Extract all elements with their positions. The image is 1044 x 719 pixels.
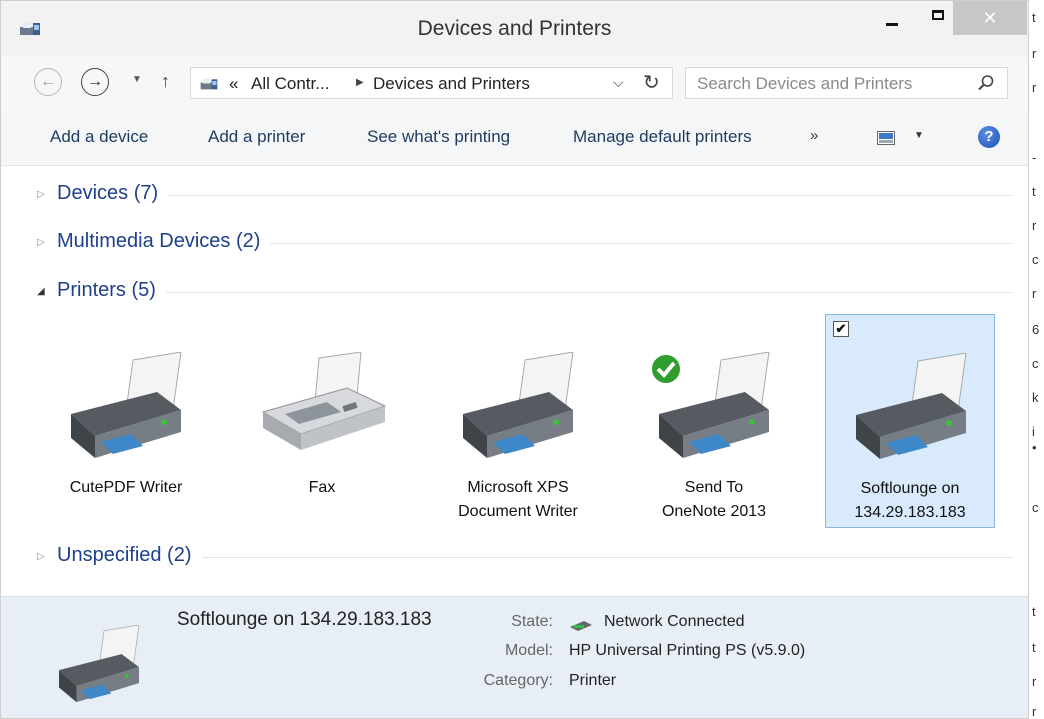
network-connected-icon: [570, 621, 592, 631]
devices-and-printers-window: Devices and Printers ✕ ← → ▼ ↑ « All Con…: [0, 0, 1029, 719]
printer-label: Microsoft XPS Document Writer: [458, 479, 578, 520]
group-title-unspecified[interactable]: Unspecified (2): [57, 544, 202, 567]
selected-printer-icon: [59, 625, 140, 703]
close-icon: ✕: [982, 8, 998, 28]
group-divider: [57, 292, 1013, 293]
details-pane: Softlounge on 134.29.183.183 State: Netw…: [1, 596, 1028, 718]
devices-printers-location-icon: [200, 78, 218, 90]
maximize-icon: [932, 10, 944, 20]
change-view-icon[interactable]: [877, 131, 895, 145]
see-whats-printing-button[interactable]: See what's printing: [367, 127, 510, 147]
group-title-printers[interactable]: Printers (5): [57, 279, 166, 302]
details-category-label: Category:: [483, 672, 553, 689]
details-printer-name: Softlounge on 134.29.183.183: [177, 609, 432, 630]
group-title-devices[interactable]: Devices (7): [57, 182, 169, 205]
command-bar: Add a device Add a printer See what's pr…: [1, 109, 1028, 166]
fax-icon: [261, 352, 387, 450]
printer-tile-send-to-onenote[interactable]: Send To OneNote 2013: [629, 314, 799, 528]
group-devices[interactable]: ▷ Devices (7): [37, 180, 1013, 210]
group-unspecified[interactable]: ▷ Unspecified (2): [37, 542, 1013, 572]
title-bar[interactable]: Devices and Printers ✕: [1, 1, 1028, 57]
manage-default-printers-button[interactable]: Manage default printers: [573, 127, 752, 147]
details-state-value: Network Connected: [604, 613, 745, 630]
help-icon[interactable]: ?: [978, 126, 1000, 148]
device-list: ▷ Devices (7) ▷ Multimedia Devices (2) ◢…: [1, 166, 1028, 596]
refresh-icon[interactable]: ↻: [643, 70, 660, 95]
group-divider: [57, 195, 1013, 196]
printer-icon: [856, 353, 967, 459]
expand-triangle-icon[interactable]: ▷: [37, 237, 45, 248]
printer-tile-softlounge[interactable]: ✔ Softlounge on 134.29.183.183: [825, 314, 995, 528]
breadcrumb-devices-and-printers[interactable]: Devices and Printers: [373, 74, 530, 94]
selection-checkbox[interactable]: ✔: [833, 321, 849, 337]
expand-triangle-icon[interactable]: ▷: [37, 189, 45, 200]
printer-label: Send To OneNote 2013: [661, 479, 767, 520]
details-category-value: Printer: [569, 672, 617, 689]
breadcrumb-all-control-panel[interactable]: All Contr...: [251, 74, 329, 94]
more-commands-icon[interactable]: »: [810, 127, 818, 144]
printer-tile-microsoft-xps[interactable]: Microsoft XPS Document Writer: [433, 314, 603, 528]
printer-tile-fax[interactable]: Fax: [237, 314, 407, 528]
printer-label: CutePDF Writer: [69, 479, 183, 496]
add-printer-button[interactable]: Add a printer: [208, 127, 305, 147]
minimize-icon: [886, 23, 898, 26]
search-input[interactable]: [686, 68, 979, 100]
printer-tile-cutepdf-writer[interactable]: CutePDF Writer: [41, 314, 211, 528]
search-box[interactable]: [685, 67, 1008, 100]
minimize-button[interactable]: [869, 1, 915, 35]
view-options-chevron-down-icon[interactable]: ▼: [914, 130, 924, 141]
details-model-value: HP Universal Printing PS (v5.9.0): [569, 642, 806, 659]
up-arrow-icon[interactable]: ↑: [161, 71, 170, 92]
address-history-chevron-down-icon[interactable]: ⌵: [613, 74, 624, 91]
default-printer-check-icon: [650, 353, 682, 385]
close-button[interactable]: ✕: [953, 1, 1027, 35]
breadcrumb-chevron-right-icon[interactable]: ▶: [356, 77, 364, 88]
breadcrumb-overflow[interactable]: «: [229, 74, 238, 94]
group-title-multimedia[interactable]: Multimedia Devices (2): [57, 230, 271, 253]
details-state-label: State:: [511, 613, 553, 630]
search-icon[interactable]: [977, 74, 995, 92]
printer-label: Fax: [308, 479, 336, 496]
address-bar[interactable]: « All Contr... ▶ Devices and Printers ⌵ …: [190, 67, 673, 99]
printer-icon: [71, 352, 182, 458]
group-printers[interactable]: ◢ Printers (5): [37, 277, 1013, 307]
collapse-triangle-icon[interactable]: ◢: [37, 286, 45, 297]
printer-label: Softlounge on 134.29.183.183: [854, 480, 966, 521]
details-model-label: Model:: [504, 642, 553, 659]
printer-icon: [463, 352, 574, 458]
forward-button[interactable]: →: [81, 68, 109, 96]
add-device-button[interactable]: Add a device: [50, 127, 148, 147]
expand-triangle-icon[interactable]: ▷: [37, 551, 45, 562]
recent-locations-chevron-down-icon[interactable]: ▼: [132, 74, 142, 85]
group-multimedia-devices[interactable]: ▷ Multimedia Devices (2): [37, 228, 1013, 258]
background-window-edge: t r r - t r c r 6 c k i • c t t r r: [1029, 0, 1044, 719]
back-button[interactable]: ←: [34, 68, 62, 96]
address-row: ← → ▼ ↑ « All Contr... ▶ Devices and Pri…: [1, 57, 1028, 110]
